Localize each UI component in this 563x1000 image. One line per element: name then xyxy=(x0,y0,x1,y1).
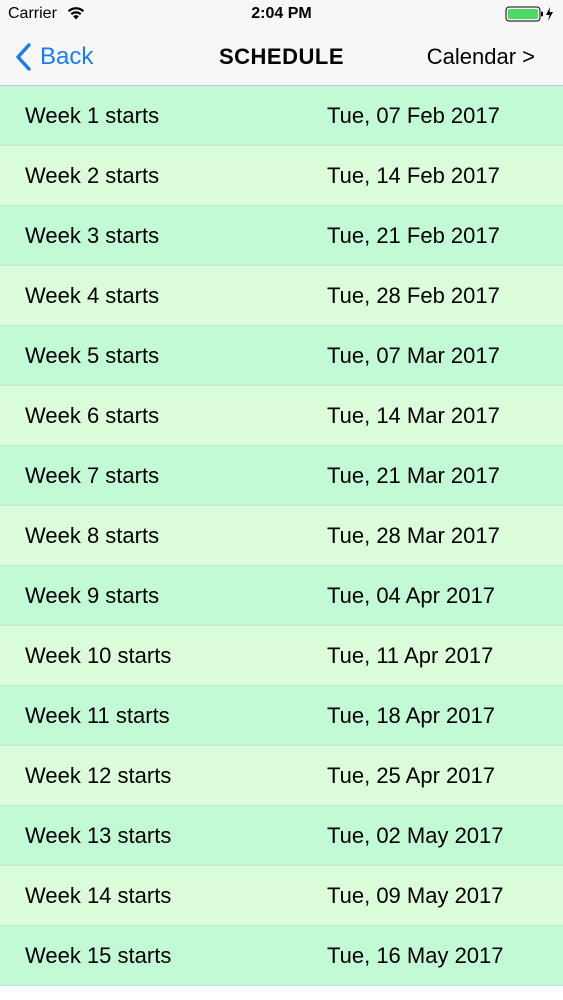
schedule-row[interactable]: Week 2 starts Tue, 14 Feb 2017 xyxy=(0,146,563,206)
schedule-row[interactable]: Week 4 starts Tue, 28 Feb 2017 xyxy=(0,266,563,326)
week-start-date: Tue, 04 Apr 2017 xyxy=(327,583,495,608)
schedule-row[interactable]: Week 5 starts Tue, 07 Mar 2017 xyxy=(0,326,563,386)
battery-icon xyxy=(505,6,553,22)
week-start-date: Tue, 11 Apr 2017 xyxy=(327,643,494,668)
calendar-button[interactable]: Calendar > xyxy=(427,44,535,70)
back-button-label: Back xyxy=(40,43,94,70)
week-start-date: Tue, 28 Feb 2017 xyxy=(327,283,500,308)
week-label: Week 13 starts xyxy=(25,823,172,848)
clock-time: 2:04 PM xyxy=(251,5,312,22)
week-start-date: Tue, 14 Feb 2017 xyxy=(327,163,500,188)
week-start-date: Tue, 09 May 2017 xyxy=(327,883,504,908)
week-label: Week 7 starts xyxy=(25,463,160,488)
chevron-left-icon xyxy=(16,43,31,71)
schedule-row[interactable]: Week 1 starts Tue, 07 Feb 2017 xyxy=(0,86,563,146)
week-start-date: Tue, 07 Mar 2017 xyxy=(327,343,500,368)
week-start-date: Tue, 07 Feb 2017 xyxy=(327,103,500,128)
week-start-date: Tue, 14 Mar 2017 xyxy=(327,403,500,428)
week-start-date: Tue, 02 May 2017 xyxy=(327,823,504,848)
week-label: Week 3 starts xyxy=(25,223,160,248)
week-label: Week 15 starts xyxy=(25,943,172,968)
week-start-date: Tue, 25 Apr 2017 xyxy=(327,763,495,788)
week-start-date: Tue, 21 Feb 2017 xyxy=(327,223,500,248)
week-label: Week 10 starts xyxy=(25,643,172,668)
back-button[interactable]: Back xyxy=(14,40,93,74)
week-label: Week 6 starts xyxy=(25,403,160,428)
schedule-row[interactable]: Week 9 starts Tue, 04 Apr 2017 xyxy=(0,566,563,626)
week-label: Week 1 starts xyxy=(25,103,160,128)
schedule-list[interactable]: Week 1 starts Tue, 07 Feb 2017 Week 2 star… xyxy=(0,86,563,1000)
week-start-date: Tue, 16 May 2017 xyxy=(327,943,504,968)
week-start-date: Tue, 28 Mar 2017 xyxy=(327,523,500,548)
navigation-bar: Back SCHEDULE Calendar > xyxy=(0,28,563,86)
schedule-row[interactable]: Week 15 starts Tue, 16 May 2017 xyxy=(0,926,563,986)
schedule-row[interactable]: Week 13 starts Tue, 02 May 2017 xyxy=(0,806,563,866)
week-label: Week 5 starts xyxy=(25,343,160,368)
week-label: Week 2 starts xyxy=(25,163,160,188)
week-label: Week 9 starts xyxy=(25,583,160,608)
week-label: Week 14 starts xyxy=(25,883,172,908)
schedule-row[interactable]: Week 8 starts Tue, 28 Mar 2017 xyxy=(0,506,563,566)
status-bar: Carrier 2:04 PM xyxy=(0,0,563,28)
week-label: Week 4 starts xyxy=(25,283,160,308)
schedule-row[interactable]: Week 3 starts Tue, 21 Feb 2017 xyxy=(0,206,563,266)
week-label: Week 11 starts xyxy=(25,703,170,728)
schedule-row[interactable]: Week 10 starts Tue, 11 Apr 2017 xyxy=(0,626,563,686)
schedule-row[interactable]: Week 7 starts Tue, 21 Mar 2017 xyxy=(0,446,563,506)
week-start-date: Tue, 18 Apr 2017 xyxy=(327,703,495,728)
schedule-row[interactable]: Week 11 starts Tue, 18 Apr 2017 xyxy=(0,686,563,746)
schedule-row[interactable]: Week 14 starts Tue, 09 May 2017 xyxy=(0,866,563,926)
week-label: Week 8 starts xyxy=(25,523,160,548)
schedule-row[interactable]: Week 12 starts Tue, 25 Apr 2017 xyxy=(0,746,563,806)
schedule-row[interactable]: Week 6 starts Tue, 14 Mar 2017 xyxy=(0,386,563,446)
week-label: Week 12 starts xyxy=(25,763,172,788)
week-start-date: Tue, 21 Mar 2017 xyxy=(327,463,500,488)
